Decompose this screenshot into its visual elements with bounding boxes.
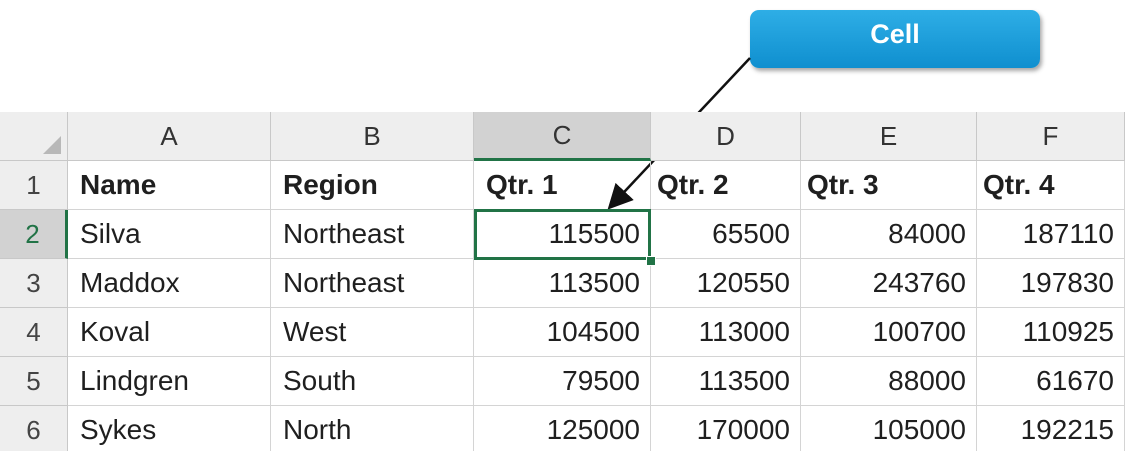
row-header[interactable]: 4 — [0, 308, 68, 357]
cell-d3[interactable]: 120550 — [651, 259, 801, 308]
row-header[interactable]: 1 — [0, 161, 68, 210]
cell-b3[interactable]: Northeast — [271, 259, 474, 308]
table-row: 3 Maddox Northeast 113500 120550 243760 … — [0, 259, 1125, 308]
cell-e1[interactable]: Qtr. 3 — [801, 161, 977, 210]
cell-d5[interactable]: 113500 — [651, 357, 801, 406]
cell-b2[interactable]: Northeast — [271, 210, 474, 259]
column-header-d[interactable]: D — [651, 112, 801, 161]
cell-d1[interactable]: Qtr. 2 — [651, 161, 801, 210]
cell-f6[interactable]: 192215 — [977, 406, 1125, 451]
cell-f5[interactable]: 61670 — [977, 357, 1125, 406]
cell-a1[interactable]: Name — [68, 161, 271, 210]
column-header-a[interactable]: A — [68, 112, 271, 161]
cell-b4[interactable]: West — [271, 308, 474, 357]
cell-a5[interactable]: Lindgren — [68, 357, 271, 406]
cell-a2[interactable]: Silva — [68, 210, 271, 259]
row-header[interactable]: 3 — [0, 259, 68, 308]
cell-c3[interactable]: 113500 — [474, 259, 651, 308]
cell-b5[interactable]: South — [271, 357, 474, 406]
column-header-f[interactable]: F — [977, 112, 1125, 161]
table-row: 5 Lindgren South 79500 113500 88000 6167… — [0, 357, 1125, 406]
table-row: 2 Silva Northeast 115500 65500 84000 187… — [0, 210, 1125, 259]
cell-f1[interactable]: Qtr. 4 — [977, 161, 1125, 210]
fill-handle[interactable] — [646, 256, 656, 266]
cell-e4[interactable]: 100700 — [801, 308, 977, 357]
cell-f2[interactable]: 187110 — [977, 210, 1125, 259]
column-header-e[interactable]: E — [801, 112, 977, 161]
row-header[interactable]: 6 — [0, 406, 68, 451]
cell-c5[interactable]: 79500 — [474, 357, 651, 406]
cell-c4[interactable]: 104500 — [474, 308, 651, 357]
cell-f3[interactable]: 197830 — [977, 259, 1125, 308]
cell-c6[interactable]: 125000 — [474, 406, 651, 451]
table-row: 4 Koval West 104500 113000 100700 110925 — [0, 308, 1125, 357]
cell-c2[interactable]: 115500 — [474, 210, 651, 259]
cell-f4[interactable]: 110925 — [977, 308, 1125, 357]
cell-a3[interactable]: Maddox — [68, 259, 271, 308]
cell-d6[interactable]: 170000 — [651, 406, 801, 451]
cell-c1[interactable]: Qtr. 1 — [474, 161, 651, 210]
cell-a6[interactable]: Sykes — [68, 406, 271, 451]
cell-e6[interactable]: 105000 — [801, 406, 977, 451]
cell-e2[interactable]: 84000 — [801, 210, 977, 259]
cell-a4[interactable]: Koval — [68, 308, 271, 357]
cell-callout: Cell — [750, 10, 1040, 68]
select-all-icon — [43, 136, 61, 154]
column-header-c[interactable]: C — [474, 112, 651, 161]
cell-d4[interactable]: 113000 — [651, 308, 801, 357]
callout-label: Cell — [870, 18, 920, 49]
table-row: 6 Sykes North 125000 170000 105000 19221… — [0, 406, 1125, 451]
cell-d2[interactable]: 65500 — [651, 210, 801, 259]
row-header[interactable]: 2 — [0, 210, 68, 259]
select-all-corner[interactable] — [0, 112, 68, 161]
cell-b6[interactable]: North — [271, 406, 474, 451]
spreadsheet-screenshot: Cell A B C D E F 1 Name Region Qtr. 1 Qt… — [0, 0, 1125, 451]
cell-e5[interactable]: 88000 — [801, 357, 977, 406]
column-header-b[interactable]: B — [271, 112, 474, 161]
cell-e3[interactable]: 243760 — [801, 259, 977, 308]
cell-b1[interactable]: Region — [271, 161, 474, 210]
row-header[interactable]: 5 — [0, 357, 68, 406]
spreadsheet-grid: A B C D E F 1 Name Region Qtr. 1 Qtr. 2 … — [0, 112, 1125, 451]
column-header-row: A B C D E F — [0, 112, 1125, 161]
table-row: 1 Name Region Qtr. 1 Qtr. 2 Qtr. 3 Qtr. … — [0, 161, 1125, 210]
